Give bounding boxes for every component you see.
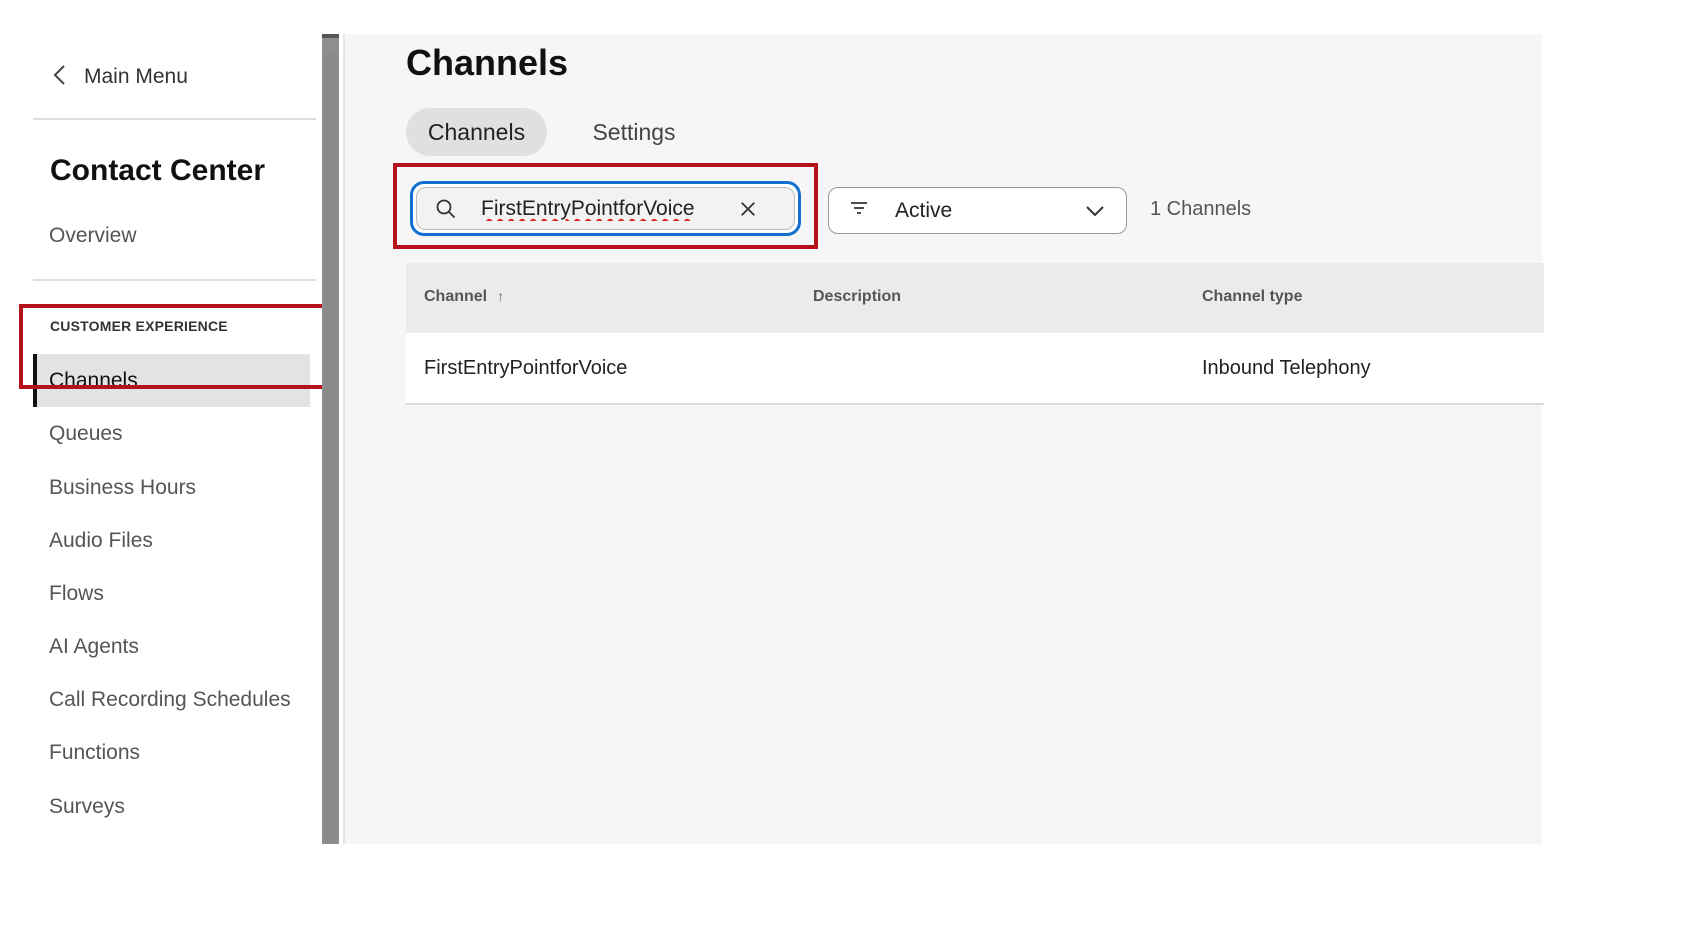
sidebar-divider xyxy=(33,279,316,281)
sidebar: Main Menu Contact Center Overview CUSTOM… xyxy=(0,34,322,844)
sidebar-item-channels[interactable]: Channels xyxy=(33,354,310,407)
chevron-left-icon xyxy=(50,63,70,92)
cell-channel: FirstEntryPointforVoice xyxy=(424,357,628,379)
sidebar-divider xyxy=(33,118,316,120)
column-header-label: Channel xyxy=(424,288,488,305)
tab-channels[interactable]: Channels xyxy=(406,108,547,156)
main-menu-label: Main Menu xyxy=(84,65,188,88)
sidebar-item-flows[interactable]: Flows xyxy=(49,582,104,606)
channels-table: Channel ↑ Description Channel type FirstE… xyxy=(406,263,1544,405)
cell-channel-type: Inbound Telephony xyxy=(1202,357,1371,379)
status-filter-dropdown[interactable]: Active xyxy=(828,187,1127,234)
search-field xyxy=(410,181,801,236)
result-count: 1 Channels xyxy=(1150,198,1252,220)
filter-icon xyxy=(849,198,869,223)
search-input[interactable] xyxy=(481,196,721,221)
main-menu-link[interactable]: Main Menu xyxy=(50,62,188,92)
sort-up-icon: ↑ xyxy=(497,288,505,304)
page-title: Channels xyxy=(406,42,569,83)
sidebar-item-ai-agents[interactable]: AI Agents xyxy=(49,635,139,659)
scrollbar-cap xyxy=(322,34,339,38)
sidebar-item-surveys[interactable]: Surveys xyxy=(49,795,125,819)
group-heading: CUSTOMER EXPERIENCE xyxy=(50,318,228,334)
search-icon xyxy=(435,198,457,220)
main-content: Channels Channels Settings Active 1 Chan… xyxy=(343,34,1544,844)
section-title: Contact Center xyxy=(50,154,266,187)
column-header-channel[interactable]: Channel ↑ xyxy=(424,288,504,306)
column-header-description[interactable]: Description xyxy=(813,288,901,306)
sidebar-item-audio-files[interactable]: Audio Files xyxy=(49,529,153,553)
chevron-down-icon xyxy=(1084,200,1106,222)
filter-value: Active xyxy=(895,198,953,222)
scrollbar-thumb[interactable] xyxy=(324,50,337,844)
column-header-channel-type[interactable]: Channel type xyxy=(1202,288,1302,306)
sidebar-item-functions[interactable]: Functions xyxy=(49,741,140,765)
search-inner xyxy=(416,187,795,230)
tab-settings[interactable]: Settings xyxy=(569,108,699,156)
sidebar-item-queues[interactable]: Queues xyxy=(49,422,123,446)
table-row[interactable]: FirstEntryPointforVoice Inbound Telephon… xyxy=(406,333,1544,405)
sidebar-item-call-recording-schedules[interactable]: Call Recording Schedules xyxy=(49,688,291,712)
close-icon[interactable] xyxy=(737,198,759,220)
sidebar-item-business-hours[interactable]: Business Hours xyxy=(49,476,196,500)
table-header: Channel ↑ Description Channel type xyxy=(406,263,1544,333)
sidebar-item-overview[interactable]: Overview xyxy=(49,224,137,248)
